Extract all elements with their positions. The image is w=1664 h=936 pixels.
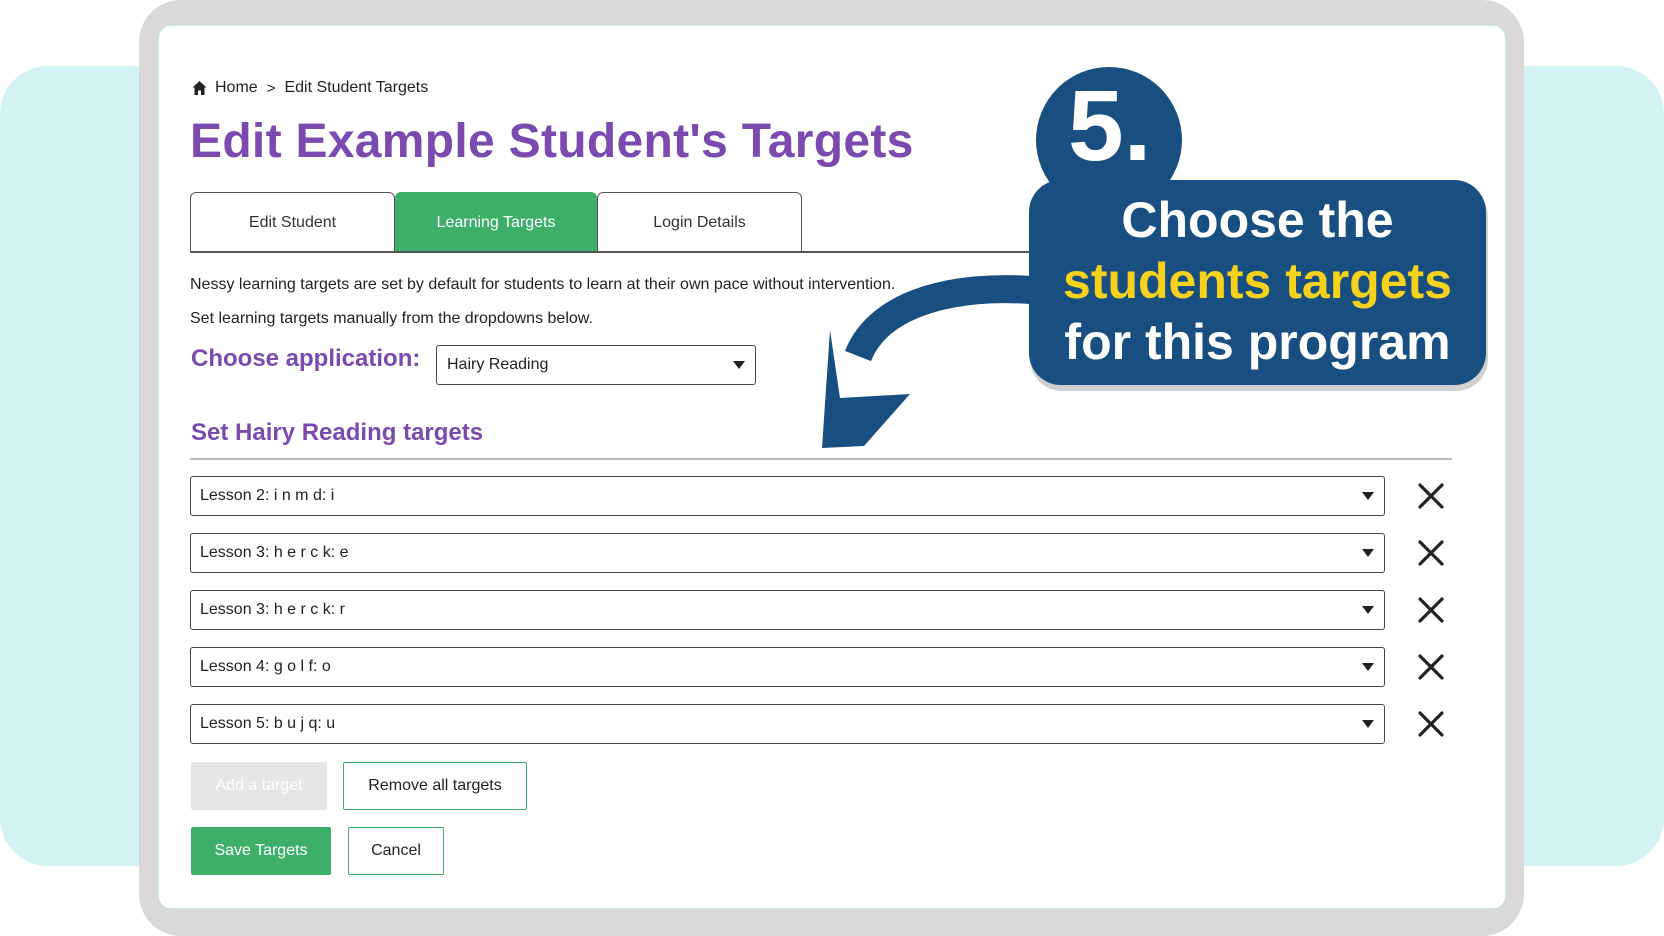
- step-number: 5.: [1068, 70, 1152, 182]
- curved-arrow-icon: [822, 275, 1031, 448]
- callout-text: Choose the students targets for this pro…: [1029, 190, 1486, 373]
- callout-line-3: for this program: [1064, 314, 1451, 370]
- callout-line-2: students targets: [1063, 253, 1452, 309]
- callout-line-1: Choose the: [1121, 192, 1394, 248]
